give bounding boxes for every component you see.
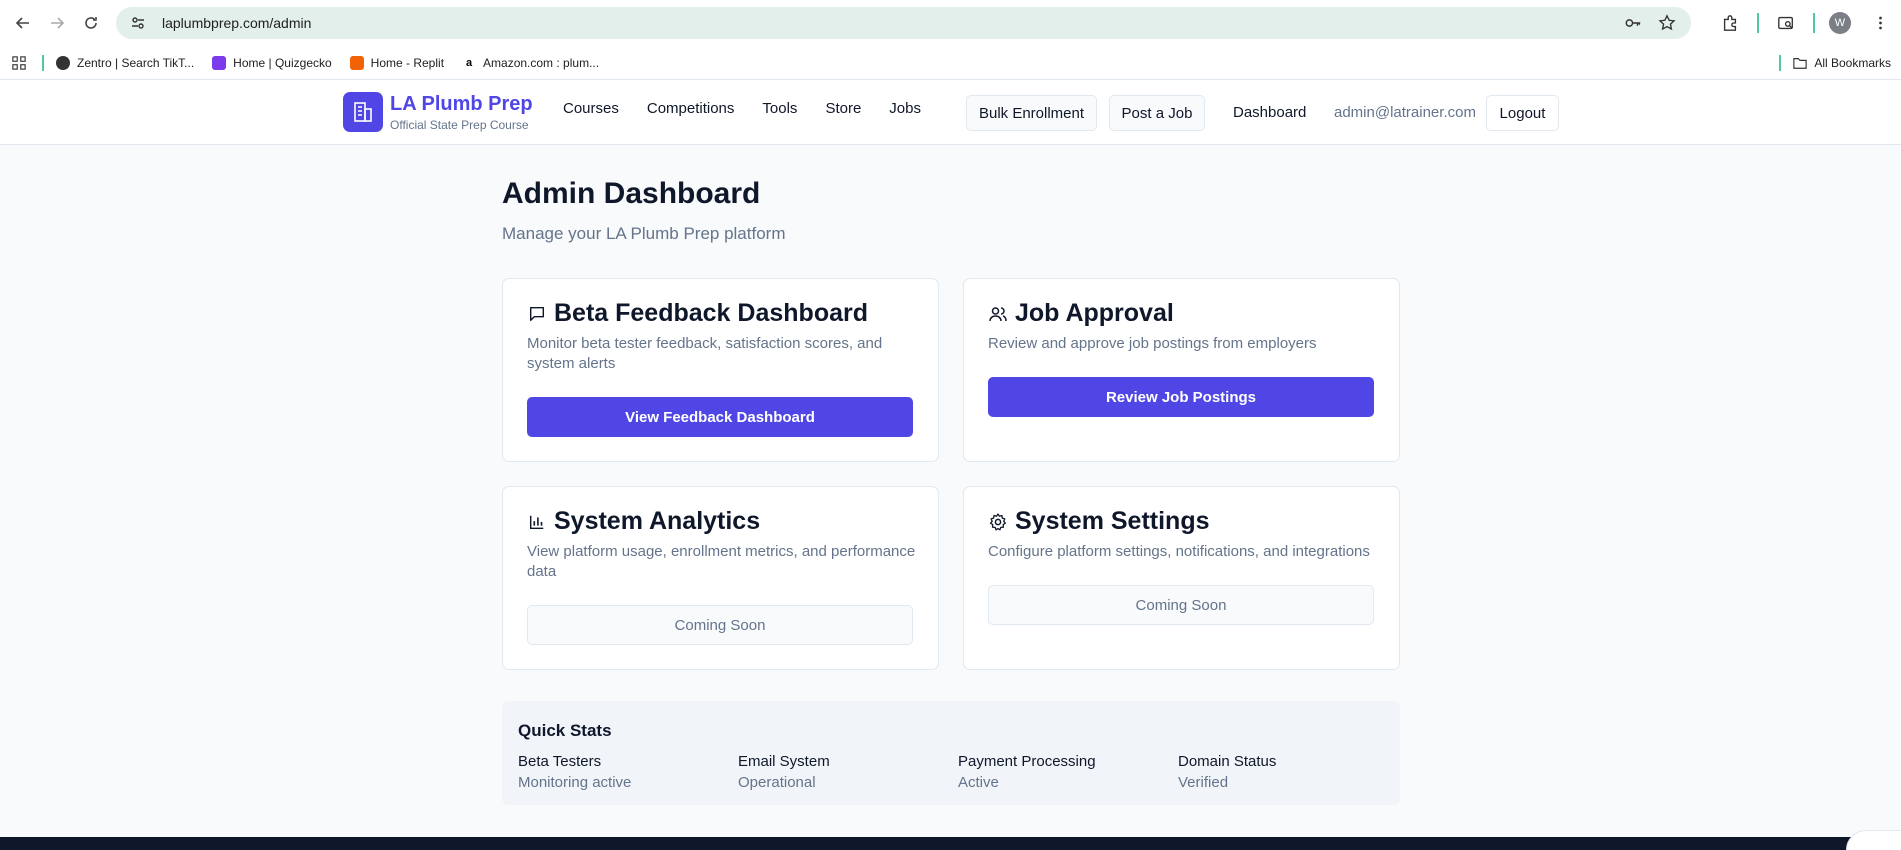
card-title: System Analytics: [554, 507, 761, 535]
toolbar-separator: [1757, 13, 1759, 33]
globe-icon: [56, 55, 70, 70]
bookmark-replit[interactable]: Home - Replit: [349, 55, 445, 70]
toolbar-separator: [1813, 13, 1815, 33]
address-bar[interactable]: laplumbprep.com/admin: [116, 7, 1691, 39]
stat-label: Email System: [738, 753, 830, 770]
nav-dashboard[interactable]: Dashboard: [1233, 104, 1306, 121]
quizgecko-icon: [212, 55, 227, 70]
users-icon: [988, 304, 1008, 324]
forward-arrow-icon[interactable]: [44, 10, 70, 36]
all-bookmarks-label: All Bookmarks: [1814, 55, 1891, 70]
card-title: Job Approval: [1015, 299, 1174, 327]
user-email: admin@latrainer.com: [1334, 104, 1476, 121]
nav-courses[interactable]: Courses: [563, 100, 619, 117]
card-description: View platform usage, enrollment metrics,…: [527, 543, 916, 580]
bookmark-quizgecko[interactable]: Home | Quizgecko: [212, 55, 332, 70]
stat-label: Payment Processing: [958, 753, 1096, 770]
bookmarks-separator: [42, 54, 44, 71]
amazon-icon: a: [462, 55, 477, 70]
tab-search-icon[interactable]: [1775, 12, 1797, 34]
apps-grid-icon[interactable]: [10, 54, 28, 72]
bookmark-label: Amazon.com : plum...: [483, 55, 600, 70]
brand[interactable]: LA Plumb Prep Official State Prep Course: [343, 92, 533, 132]
coming-soon-button: Coming Soon: [527, 605, 913, 645]
logout-button[interactable]: Logout: [1486, 95, 1559, 131]
site-header: LA Plumb Prep Official State Prep Course…: [0, 80, 1901, 145]
bookmark-label: Zentro | Search TikT...: [77, 55, 195, 70]
quick-stats-panel: Quick Stats Beta Testers Monitoring acti…: [502, 701, 1400, 805]
card-title: System Settings: [1015, 507, 1210, 535]
bookmarks-bar: Zentro | Search TikT... Home | Quizgecko…: [0, 46, 1901, 80]
bookmark-label: Home - Replit: [370, 55, 445, 70]
extensions-icon[interactable]: [1719, 12, 1741, 34]
bookmark-amazon[interactable]: a Amazon.com : plum...: [462, 55, 600, 70]
nav-store[interactable]: Store: [825, 100, 861, 117]
card-description: Monitor beta tester feedback, satisfacti…: [527, 335, 883, 372]
main-nav: Courses Competitions Tools Store Jobs: [563, 100, 949, 117]
view-feedback-dashboard-button[interactable]: View Feedback Dashboard: [527, 397, 913, 437]
message-square-icon: [527, 304, 547, 324]
stat-domain-status: Domain Status Verified: [1178, 753, 1276, 791]
stat-beta-testers: Beta Testers Monitoring active: [518, 753, 631, 791]
bookmarks-separator: [1779, 54, 1782, 71]
url-text[interactable]: laplumbprep.com/admin: [162, 15, 1609, 31]
bar-chart-icon: [527, 512, 547, 532]
job-approval-card: Job Approval Review and approve job post…: [963, 278, 1400, 462]
page-subtitle: Manage your LA Plumb Prep platform: [502, 224, 786, 243]
stat-value: Operational: [738, 774, 816, 791]
folder-icon: [1793, 56, 1808, 70]
browser-toolbar: laplumbprep.com/admin W: [0, 0, 1901, 46]
footer: [0, 837, 1901, 850]
stat-value: Verified: [1178, 774, 1229, 791]
brand-subtitle: Official State Prep Course: [390, 117, 529, 132]
nav-tools[interactable]: Tools: [762, 100, 797, 117]
profile-avatar[interactable]: W: [1829, 12, 1851, 34]
bulk-enrollment-button[interactable]: Bulk Enrollment: [966, 95, 1097, 131]
replit-icon: [349, 55, 364, 70]
stat-payment-processing: Payment Processing Active: [958, 753, 1096, 791]
card-description: Review and approve job postings from emp…: [988, 335, 1317, 352]
card-description: Configure platform settings, notificatio…: [988, 543, 1370, 560]
coming-soon-button: Coming Soon: [988, 585, 1374, 625]
bookmark-zentro[interactable]: Zentro | Search TikT...: [56, 55, 195, 70]
building-logo-icon: [343, 92, 383, 132]
stat-value: Monitoring active: [518, 774, 632, 791]
stat-email-system: Email System Operational: [738, 753, 830, 791]
nav-jobs[interactable]: Jobs: [889, 100, 921, 117]
card-title: Beta Feedback Dashboard: [554, 299, 868, 327]
bookmark-label: Home | Quizgecko: [233, 55, 332, 70]
beta-feedback-card: Beta Feedback Dashboard Monitor beta tes…: [502, 278, 939, 462]
system-analytics-card: System Analytics View platform usage, en…: [502, 486, 939, 670]
stat-value: Active: [958, 774, 999, 791]
menu-kebab-icon[interactable]: [1869, 12, 1891, 34]
page-title: Admin Dashboard: [502, 177, 761, 210]
chat-widget-button[interactable]: [1846, 830, 1901, 850]
reload-icon[interactable]: [78, 10, 104, 36]
brand-title: LA Plumb Prep: [390, 92, 533, 115]
gear-icon: [988, 512, 1008, 532]
quick-stats-title: Quick Stats: [518, 721, 612, 740]
all-bookmarks[interactable]: All Bookmarks: [1779, 54, 1891, 71]
star-icon[interactable]: [1657, 13, 1677, 33]
site-settings-icon[interactable]: [130, 14, 148, 32]
stat-label: Beta Testers: [518, 753, 602, 770]
review-job-postings-button[interactable]: Review Job Postings: [988, 377, 1374, 417]
stat-label: Domain Status: [1178, 753, 1277, 770]
nav-competitions[interactable]: Competitions: [647, 100, 735, 117]
key-icon[interactable]: [1623, 13, 1643, 33]
back-arrow-icon[interactable]: [10, 10, 36, 36]
system-settings-card: System Settings Configure platform setti…: [963, 486, 1400, 670]
post-job-button[interactable]: Post a Job: [1109, 95, 1205, 131]
